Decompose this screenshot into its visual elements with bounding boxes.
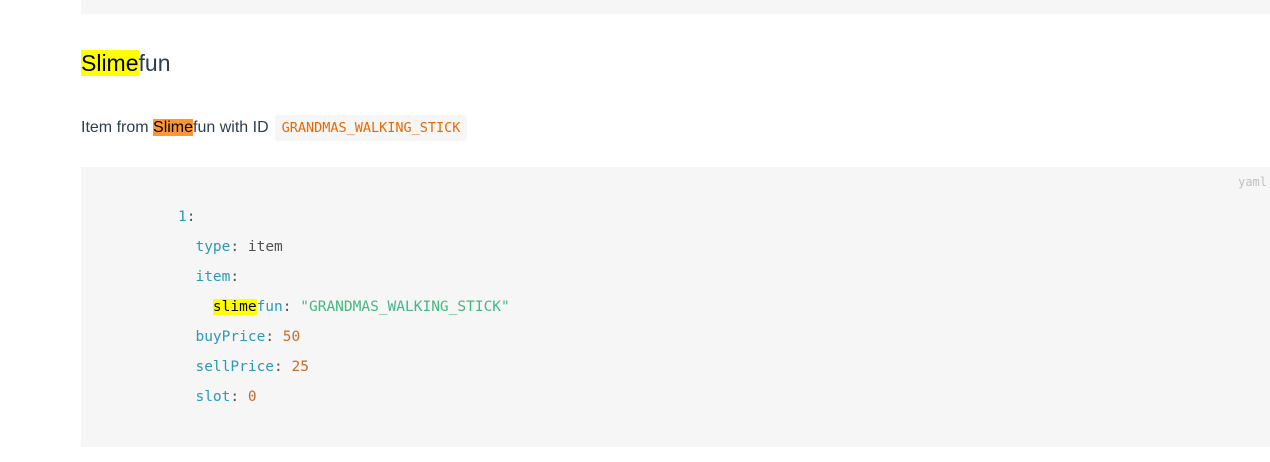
yaml-key: item [195,269,231,285]
item-description: Item from Slimefun with ID GRANDMAS_WALKI… [81,115,468,141]
search-match-highlight: slime [212,299,257,315]
heading-rest: fun [138,50,171,76]
yaml-string-value: "GRANDMAS_WALKING_STICK" [300,299,510,315]
yaml-value: item [247,239,283,255]
code-line: item: [195,269,240,285]
description-suffix: fun with ID [193,119,269,137]
yaml-number-value: 0 [247,389,257,405]
code-line: buyPrice: 50 [195,329,301,345]
code-line: type: item [195,239,283,255]
code-line: slimefun: "GRANDMAS_WALKING_STICK" [212,299,510,315]
yaml-number-value: 25 [291,359,309,375]
item-id-code[interactable]: GRANDMAS_WALKING_STICK [274,115,468,141]
yaml-code-block[interactable]: yaml 1: type: item item: slimefun: "GRAN… [81,167,1270,447]
yaml-key: type [195,239,231,255]
code-language-label: yaml [1238,175,1267,189]
yaml-number-value: 50 [282,329,301,345]
code-line: sellPrice: 25 [195,359,309,375]
search-match-highlight: Slime [81,50,139,76]
yaml-key: fun [256,299,283,315]
previous-code-block [81,0,1270,14]
code-line: 1: [178,209,196,225]
yaml-key: sellPrice [195,359,275,375]
code-content[interactable]: 1: type: item item: slimefun: "GRANDMAS_… [178,202,510,412]
code-line: slot: 0 [195,389,257,405]
yaml-key: buyPrice [195,329,266,345]
yaml-key: slot [195,389,231,405]
section-heading: Slimefun [81,48,171,78]
current-search-match-highlight: Slime [153,119,194,137]
yaml-key: 1 [178,209,187,225]
description-prefix: Item from [81,119,154,137]
